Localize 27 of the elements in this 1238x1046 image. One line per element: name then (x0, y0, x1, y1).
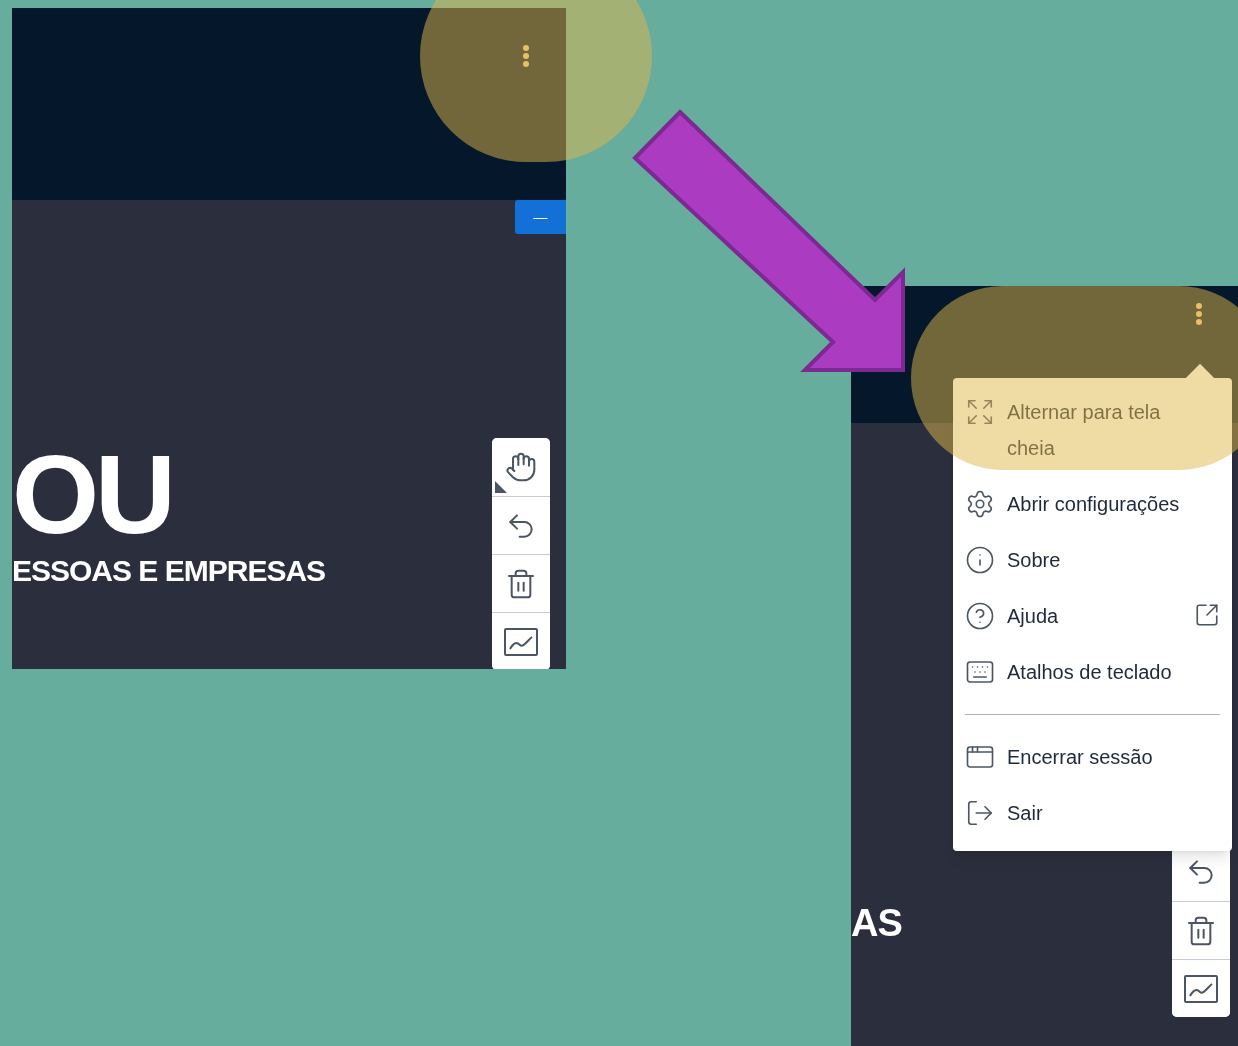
help-icon (965, 601, 995, 631)
external-link-icon (1194, 602, 1220, 628)
info-icon (965, 545, 995, 575)
menu-item[interactable]: Atalhos de teclado (965, 644, 1220, 700)
chart-icon (1184, 974, 1218, 1003)
menu-item[interactable]: Encerrar sessão (965, 729, 1220, 785)
menu-item[interactable]: Sobre (965, 532, 1220, 588)
menu-item[interactable]: Abrir configurações (965, 476, 1220, 532)
logo-title: OU (12, 440, 173, 550)
hand-icon (505, 451, 537, 483)
hand-tool-button[interactable] (492, 438, 550, 496)
chart-button[interactable] (492, 612, 550, 669)
more-options-icon[interactable] (1195, 302, 1203, 326)
expand-icon (965, 397, 995, 427)
more-options-icon[interactable] (522, 44, 530, 68)
chart-icon (504, 627, 538, 656)
menu-item[interactable]: Alternar para tela cheia (965, 384, 1220, 476)
chart-button[interactable] (1172, 959, 1230, 1017)
menu-item[interactable]: Sair (965, 785, 1220, 841)
trash-icon (1185, 914, 1217, 947)
menu-item[interactable]: Ajuda (965, 588, 1220, 644)
minimize-button[interactable]: — (515, 200, 566, 234)
trash-icon (505, 567, 537, 600)
logout-icon (965, 798, 995, 828)
logo-subtitle: AS (851, 903, 902, 943)
gear-icon (965, 489, 995, 519)
logo-subtitle: ESSOAS E EMPRESAS (12, 554, 326, 588)
